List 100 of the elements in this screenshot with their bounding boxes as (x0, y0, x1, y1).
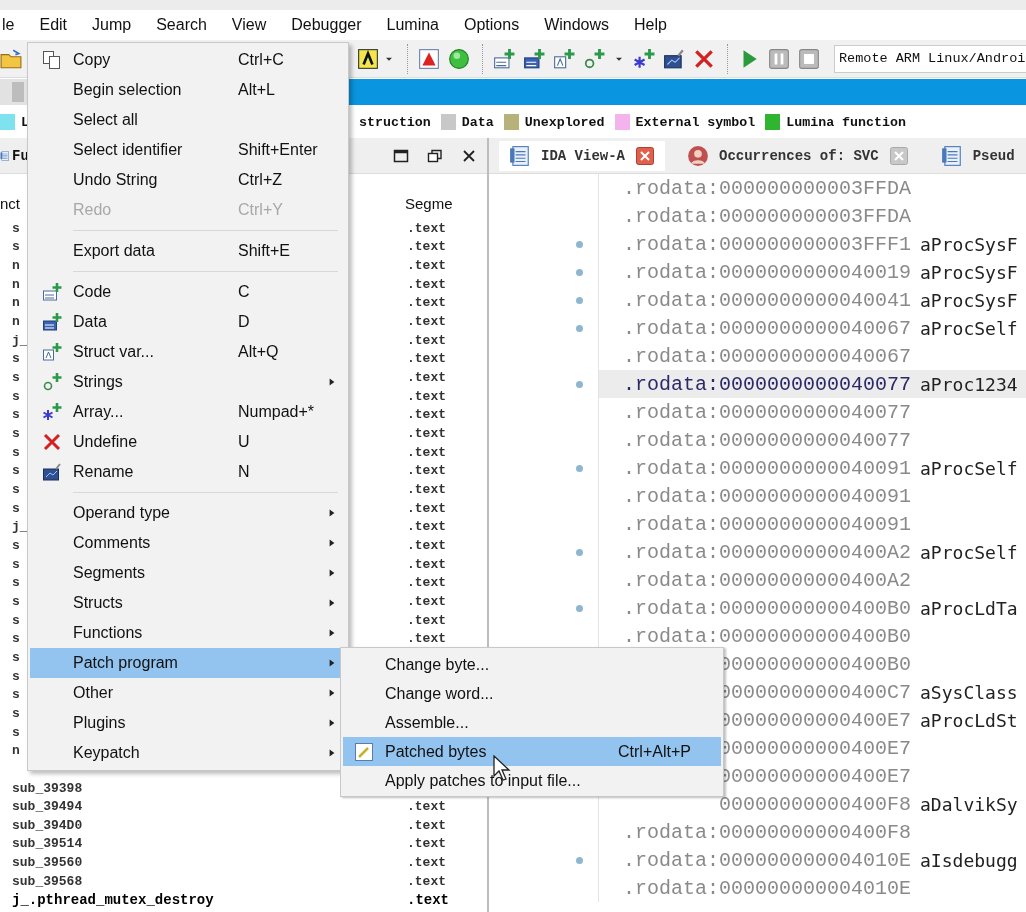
function-name[interactable]: s (12, 370, 20, 386)
menu-item[interactable]: Struct var... Alt+Q (30, 337, 346, 367)
function-name[interactable]: n (12, 258, 20, 274)
highlight-icon[interactable] (357, 47, 379, 70)
function-name[interactable]: n (12, 314, 20, 330)
menu-item[interactable]: Change word... (343, 679, 721, 708)
data-label[interactable]: aProc1234 (920, 373, 1018, 395)
function-name[interactable]: s (12, 388, 20, 404)
function-name[interactable]: sub_39514 (12, 836, 83, 852)
menu-bar-item[interactable]: Debugger (289, 16, 364, 34)
function-name[interactable]: s (12, 668, 20, 684)
data-label[interactable]: aProcSelf (920, 457, 1018, 479)
function-name[interactable]: s (12, 556, 20, 572)
function-name[interactable]: s (12, 500, 20, 516)
function-name[interactable]: s (12, 444, 20, 460)
circle-icon[interactable] (448, 47, 470, 70)
folder-icon[interactable] (0, 47, 22, 70)
menu-item[interactable]: Operand type (30, 498, 346, 528)
function-name[interactable]: sub_39494 (12, 799, 83, 815)
function-name[interactable]: j_ (12, 332, 28, 348)
asterisk-plus-icon[interactable] (633, 47, 655, 70)
function-name[interactable]: n (12, 743, 20, 759)
menu-item[interactable]: Rename N (30, 457, 346, 487)
function-name[interactable]: s (12, 593, 20, 609)
data-label[interactable]: aDalvikSy (920, 793, 1018, 815)
view-tab[interactable]: IDA View-A (499, 140, 665, 171)
menu-item[interactable]: Functions (30, 618, 346, 648)
function-name[interactable]: s (12, 407, 20, 423)
column-header[interactable]: Segme (405, 195, 453, 212)
function-name[interactable]: s (12, 612, 20, 628)
add-string-icon[interactable] (583, 47, 605, 70)
menu-item[interactable]: Keypatch (30, 738, 346, 768)
menu-item[interactable]: Structs (30, 588, 346, 618)
data-label[interactable]: aProcSelf (920, 317, 1018, 339)
menu-item[interactable]: Undefine U (30, 427, 346, 457)
function-name[interactable]: j_ (12, 519, 28, 535)
menu-item[interactable]: Assemble... (343, 708, 721, 737)
function-name[interactable]: s (12, 463, 20, 479)
menu-item[interactable]: Select all (30, 105, 346, 135)
data-label[interactable]: aProcLdTa (920, 597, 1018, 619)
menu-item[interactable]: Export data Shift+E (30, 236, 346, 266)
menu-item[interactable]: Other (30, 678, 346, 708)
function-name[interactable]: s (12, 575, 20, 591)
data-label[interactable]: aProcSysF (920, 261, 1018, 283)
delete-icon[interactable] (693, 47, 715, 70)
menu-item[interactable]: Plugins (30, 708, 346, 738)
function-name[interactable]: s (12, 220, 20, 236)
menu-bar-item[interactable]: Search (154, 16, 209, 34)
function-name[interactable]: n (12, 295, 20, 311)
menu-item[interactable]: Patched bytes Ctrl+Alt+P (343, 737, 721, 766)
view-tab[interactable]: Pseud (930, 140, 1025, 171)
data-label[interactable]: aSysClass (920, 681, 1018, 703)
function-name[interactable]: s (12, 687, 20, 703)
function-name[interactable]: j_.pthread_mutex_destroy (12, 891, 214, 908)
data-label[interactable]: aProcSysF (920, 233, 1018, 255)
function-name[interactable]: s (12, 538, 20, 553)
menu-bar-item[interactable]: Jump (90, 16, 134, 34)
menu-bar-item[interactable]: Windows (542, 16, 612, 34)
menu-item[interactable]: Array... Numpad+* (30, 397, 346, 427)
stop-icon[interactable] (798, 47, 820, 70)
menu-item[interactable]: Select identifier Shift+Enter (30, 135, 346, 165)
view-tab[interactable]: Occurrences of: SVC (677, 140, 919, 171)
function-name[interactable]: sub_39568 (12, 873, 83, 889)
menu-bar-item[interactable]: Help (632, 16, 669, 34)
menu-item[interactable]: Data D (30, 307, 346, 337)
add-box-icon[interactable] (493, 47, 515, 70)
add-struct-icon[interactable] (553, 47, 575, 70)
menu-item[interactable]: Copy Ctrl+C (30, 45, 346, 75)
function-name[interactable]: n (12, 276, 20, 292)
menu-item[interactable]: Begin selection Alt+L (30, 75, 346, 105)
menu-item[interactable]: Segments (30, 558, 346, 588)
menu-item[interactable]: Undo String Ctrl+Z (30, 165, 346, 195)
menu-item[interactable]: Code C (30, 277, 346, 307)
warning-box-icon[interactable] (418, 47, 440, 70)
function-name[interactable]: sub_39398 (12, 780, 83, 796)
debugger-select[interactable]: Remote ARM Linux/Androi (834, 44, 1026, 73)
function-name[interactable]: s (12, 724, 20, 740)
data-label[interactable]: aIsdebugg (920, 849, 1018, 871)
data-label[interactable]: aProcSysF (920, 289, 1018, 311)
function-name[interactable]: s (12, 351, 20, 367)
function-name[interactable]: s (12, 631, 20, 647)
menu-bar-item[interactable]: View (229, 16, 269, 34)
function-name[interactable]: s (12, 426, 20, 442)
pause-icon[interactable] (768, 47, 790, 70)
add-box-icon[interactable] (523, 47, 545, 70)
menu-bar-item[interactable]: Lumina (384, 16, 441, 34)
function-name[interactable]: sub_39560 (12, 855, 83, 871)
menu-item[interactable]: Apply patches to input file... (343, 766, 721, 795)
menu-item[interactable]: Strings (30, 367, 346, 397)
menu-item[interactable]: Comments (30, 528, 346, 558)
function-name[interactable]: s (12, 705, 20, 721)
menu-bar-item[interactable]: le (0, 16, 17, 34)
data-label[interactable]: aProcSelf (920, 541, 1018, 563)
rename-icon[interactable] (663, 47, 685, 70)
menu-bar-item[interactable]: Edit (37, 16, 70, 34)
data-label[interactable]: aProcLdSt (920, 709, 1018, 731)
menu-bar-item[interactable]: Options (462, 16, 522, 34)
function-name[interactable]: sub_394D0 (12, 817, 83, 833)
menu-item[interactable]: Change byte... (343, 650, 721, 679)
function-name[interactable]: s (12, 239, 20, 255)
